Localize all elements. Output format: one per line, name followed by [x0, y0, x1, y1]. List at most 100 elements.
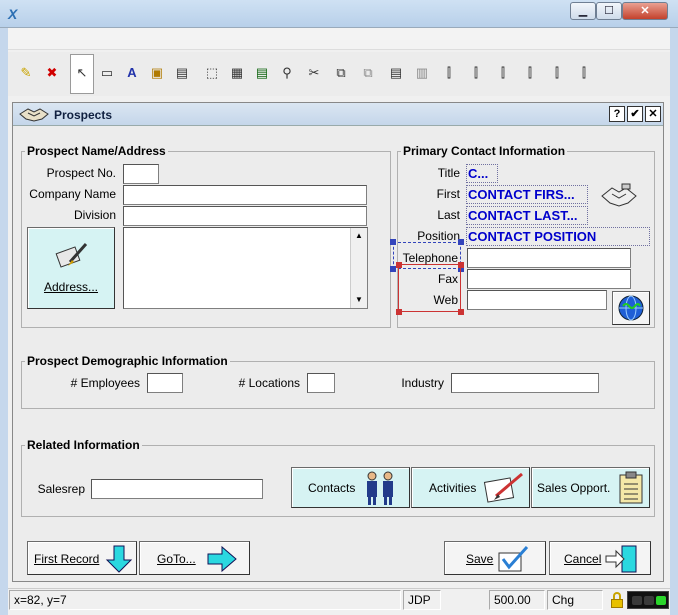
industry-label: Industry	[401, 376, 444, 390]
company-name-label: Company Name	[29, 187, 116, 201]
select-rect-icon[interactable]: ⬚	[202, 62, 222, 84]
delete-icon[interactable]: ✖	[42, 62, 62, 84]
people-icon	[367, 471, 393, 505]
space-vertical-icon[interactable]: ⫿	[574, 62, 594, 84]
align-bottom-icon[interactable]: ⫿	[466, 62, 486, 84]
selection-handle[interactable]	[396, 309, 402, 315]
cancel-button[interactable]: Cancel	[549, 541, 651, 575]
space-horizontal-icon[interactable]: ⫿	[547, 62, 567, 84]
selection-handle[interactable]	[458, 262, 464, 268]
properties-icon[interactable]: ▤	[386, 62, 406, 84]
position-field[interactable]: CONTACT POSITION	[466, 227, 650, 246]
yellow-light-icon	[644, 596, 654, 605]
prospect-no-label: Prospect No.	[46, 166, 116, 180]
memo-tool-icon[interactable]: ▤	[172, 62, 192, 84]
menu-bar	[8, 28, 670, 50]
save-button[interactable]: Save	[444, 541, 546, 575]
image-tool-icon[interactable]: ▣	[147, 62, 167, 84]
handshake-icon	[19, 108, 49, 122]
web-browse-button[interactable]	[612, 291, 650, 325]
lock-icon	[610, 591, 624, 609]
first-record-button[interactable]: First Record	[27, 541, 137, 575]
window-close-button[interactable]: ✕	[622, 2, 668, 20]
address-button[interactable]: Address...	[27, 227, 115, 309]
goto-label: GoTo...	[157, 552, 196, 566]
web-input[interactable]	[467, 290, 607, 310]
address-scrollbar[interactable]: ▲ ▼	[350, 228, 367, 308]
paste-icon[interactable]: ⧉	[358, 62, 378, 84]
first-record-label: First Record	[34, 552, 100, 566]
scroll-down-icon[interactable]: ▼	[351, 292, 367, 307]
help-button[interactable]: ?	[609, 106, 625, 122]
notebook-pen-icon	[483, 472, 523, 503]
employees-label: # Employees	[70, 376, 140, 390]
grid-icon[interactable]: ▦	[227, 62, 247, 84]
selection-handle[interactable]	[458, 309, 464, 315]
button-tool-icon[interactable]: ▭	[97, 62, 117, 84]
scroll-up-icon[interactable]: ▲	[351, 228, 367, 243]
title-field[interactable]: C...	[466, 164, 498, 183]
telephone-label: Telephone	[402, 251, 458, 265]
industry-input[interactable]	[451, 373, 599, 393]
related-section-label: Related Information	[25, 438, 142, 452]
title-label: Title	[437, 166, 460, 180]
division-label: Division	[73, 208, 116, 222]
edit-properties-icon[interactable]: ✎	[16, 62, 36, 84]
address-button-label: Address...	[43, 280, 99, 294]
selection-handle[interactable]	[458, 239, 464, 245]
find-icon[interactable]: ⚲	[277, 62, 297, 84]
cancel-label: Cancel	[564, 552, 602, 566]
first-name-field[interactable]: CONTACT FIRS...	[466, 185, 588, 204]
green-light-icon	[656, 596, 666, 605]
app-logo-icon: X	[8, 6, 18, 22]
contacts-button[interactable]: Contacts	[291, 467, 410, 508]
last-name-field[interactable]: CONTACT LAST...	[466, 206, 588, 225]
prospect-no-input[interactable]	[123, 164, 159, 184]
text-tool-icon[interactable]: A	[122, 62, 142, 84]
web-label: Web	[433, 293, 458, 307]
form-close-button[interactable]: ✕	[645, 106, 661, 122]
cut-icon[interactable]: ✂	[304, 62, 324, 84]
form-ok-button[interactable]: ✔	[627, 106, 643, 122]
cursor-coords: x=82, y=7	[9, 590, 401, 610]
tab-order-icon[interactable]: ▥	[412, 62, 432, 84]
arrow-down-icon	[105, 545, 133, 573]
goto-button[interactable]: GoTo...	[139, 541, 250, 575]
selection-handle[interactable]	[390, 239, 396, 245]
clipboard-icon	[619, 471, 643, 504]
status-user: JDP	[403, 590, 441, 610]
copy-icon[interactable]: ⧉	[331, 62, 351, 84]
traffic-light-indicator	[627, 591, 669, 609]
save-check-icon	[498, 545, 529, 572]
address-textarea[interactable]	[123, 227, 368, 309]
scroll-pen-icon	[55, 243, 88, 268]
sales-opportunities-button[interactable]: Sales Opport.	[531, 467, 650, 508]
locations-input[interactable]	[307, 373, 335, 393]
salesrep-input[interactable]	[91, 479, 263, 499]
window-frame-left	[0, 28, 8, 615]
position-label: Position	[417, 229, 460, 243]
contact-handshake-icon[interactable]	[600, 180, 638, 210]
company-name-input[interactable]	[123, 185, 367, 205]
employees-input[interactable]	[147, 373, 183, 393]
pointer-icon[interactable]: ↖	[72, 62, 92, 84]
activities-button[interactable]: Activities	[411, 467, 530, 508]
status-amount: 500.00	[489, 590, 545, 610]
division-input[interactable]	[123, 206, 367, 226]
last-label: Last	[437, 208, 460, 222]
minimize-button[interactable]: ▁	[570, 2, 596, 20]
save-label: Save	[466, 552, 494, 566]
maximize-button[interactable]: ☐	[596, 2, 622, 20]
telephone-input[interactable]	[467, 248, 631, 268]
align-right-icon[interactable]: ⫿	[520, 62, 540, 84]
locations-label: # Locations	[238, 376, 300, 390]
contacts-button-label: Contacts	[308, 481, 356, 495]
sales-button-label: Sales Opport.	[537, 481, 611, 495]
list-icon[interactable]: ▤	[252, 62, 272, 84]
arrow-right-icon	[207, 545, 237, 573]
globe-icon	[618, 295, 644, 321]
align-left-icon[interactable]: ⫿	[493, 62, 513, 84]
align-top-icon[interactable]: ⫿	[439, 62, 459, 84]
fax-input[interactable]	[467, 269, 631, 289]
activities-button-label: Activities	[429, 481, 477, 495]
